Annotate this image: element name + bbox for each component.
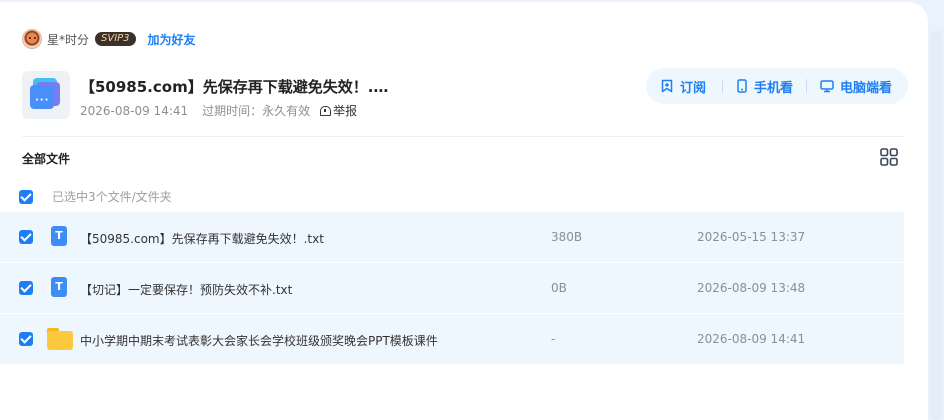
avatar[interactable] <box>22 29 42 49</box>
file-size: 380B <box>551 230 583 244</box>
grid-view-icon[interactable] <box>880 148 898 166</box>
action-separator <box>722 79 723 93</box>
file-checkbox[interactable] <box>19 281 33 295</box>
mobile-view-button[interactable]: 手机看 <box>736 77 793 96</box>
scrollbar[interactable] <box>930 30 942 420</box>
share-thumbnail-icon: ··· <box>22 71 70 119</box>
file-name[interactable]: 中小学期中期末考试表彰大会家长会学校班级颁奖晚会PPT模板课件 <box>80 332 438 349</box>
share-expire: 过期时间：永久有效 <box>202 104 311 118</box>
file-row[interactable]: 中小学期中期末考试表彰大会家长会学校班级颁奖晚会PPT模板课件 - 2026-0… <box>0 314 904 364</box>
file-date: 2026-05-15 13:37 <box>697 230 806 244</box>
folder-icon <box>47 328 73 350</box>
bookmark-plus-icon <box>661 79 673 93</box>
share-card: 星*时分 SVIP3 加为好友 ··· 【50985.com】先保存再下载避免失… <box>0 2 928 420</box>
selection-count-label: 已选中3个文件/文件夹 <box>52 190 172 204</box>
file-checkbox[interactable] <box>19 332 33 346</box>
txt-file-icon: T <box>51 277 67 297</box>
report-icon <box>320 105 332 116</box>
phone-icon <box>737 79 747 93</box>
file-size: 0B <box>551 281 567 295</box>
all-files-title: 全部文件 <box>22 152 71 166</box>
share-meta: 2026-08-09 14:41 过期时间：永久有效 举报 <box>80 102 357 119</box>
file-name[interactable]: 【切记】一定要保存！预防失效不补.txt <box>80 281 292 298</box>
txt-file-icon: T <box>51 226 67 246</box>
select-all-checkbox[interactable] <box>19 189 33 204</box>
select-all-row: 已选中3个文件/文件夹 <box>19 188 172 205</box>
file-size: - <box>551 332 556 346</box>
file-date: 2026-08-09 13:48 <box>697 281 806 295</box>
file-name[interactable]: 【50985.com】先保存再下载避免失效！.txt <box>80 230 324 247</box>
file-row[interactable]: T 【50985.com】先保存再下载避免失效！.txt 380B 2026-0… <box>0 212 904 262</box>
share-date: 2026-08-09 14:41 <box>80 103 189 118</box>
share-title: 【50985.com】先保存再下载避免失效！.… <box>80 78 389 96</box>
report-link[interactable]: 举报 <box>320 102 357 119</box>
header-divider <box>22 136 904 137</box>
report-label: 举报 <box>333 104 358 118</box>
subscribe-label: 订阅 <box>680 80 707 96</box>
desktop-view-button[interactable]: 电脑端看 <box>820 77 892 96</box>
desktop-view-label: 电脑端看 <box>840 80 893 96</box>
sharer-info: 星*时分 SVIP3 加为好友 <box>22 28 196 50</box>
file-row[interactable]: T 【切记】一定要保存！预防失效不补.txt 0B 2026-08-09 13:… <box>0 263 904 313</box>
file-date: 2026-08-09 14:41 <box>697 332 806 346</box>
action-separator <box>806 79 807 93</box>
mobile-view-label: 手机看 <box>754 80 794 96</box>
vip-badge: SVIP3 <box>95 32 136 46</box>
monitor-icon <box>820 80 834 93</box>
add-friend-link[interactable]: 加为好友 <box>148 31 196 48</box>
file-checkbox[interactable] <box>19 230 33 244</box>
subscribe-button[interactable]: 订阅 <box>660 77 706 96</box>
sharer-name: 星*时分 <box>47 32 90 47</box>
action-bar: 订阅 手机看 电脑端看 <box>646 68 908 104</box>
